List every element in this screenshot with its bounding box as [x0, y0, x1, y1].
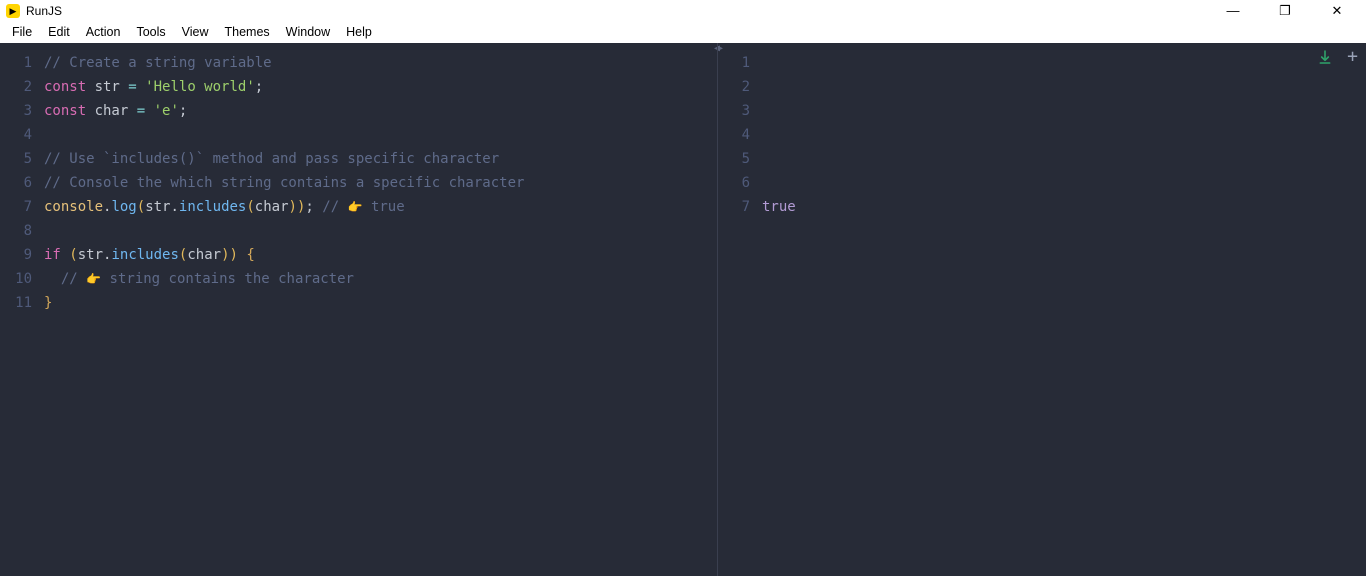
- main-split: ◀▶ 1234567891011 // Create a string vari…: [0, 43, 1366, 576]
- menubar: File Edit Action Tools View Themes Windo…: [0, 22, 1366, 43]
- code-line[interactable]: [44, 219, 717, 243]
- close-button[interactable]: ✕: [1322, 4, 1352, 18]
- code-line[interactable]: const char = 'e';: [44, 99, 717, 123]
- line-number: 6: [0, 171, 42, 195]
- code-line[interactable]: [44, 123, 717, 147]
- code-line[interactable]: // 👉 string contains the character: [44, 267, 717, 291]
- line-number: 7: [0, 195, 42, 219]
- maximize-button[interactable]: ❐: [1270, 4, 1300, 18]
- download-icon[interactable]: [1317, 49, 1333, 69]
- line-number: 2: [0, 75, 42, 99]
- code-line[interactable]: // Console the which string contains a s…: [44, 171, 717, 195]
- line-number: 3: [0, 99, 42, 123]
- output-pane: 1234567 true +: [718, 43, 1366, 576]
- menu-action[interactable]: Action: [78, 23, 129, 41]
- line-number: 11: [0, 291, 42, 315]
- menu-file[interactable]: File: [4, 23, 40, 41]
- line-number: 1: [0, 51, 42, 75]
- app-title: RunJS: [26, 4, 62, 18]
- code-line[interactable]: // Create a string variable: [44, 51, 717, 75]
- line-number: 10: [0, 267, 42, 291]
- line-number: 4: [0, 123, 42, 147]
- editor-gutter: 1234567891011: [0, 43, 42, 576]
- output-line: [762, 123, 1366, 147]
- editor-pane[interactable]: 1234567891011 // Create a string variabl…: [0, 43, 717, 576]
- titlebar: ▶ RunJS — ❐ ✕: [0, 0, 1366, 22]
- line-number: 6: [718, 171, 760, 195]
- output-body: true: [760, 43, 1366, 576]
- line-number: 3: [718, 99, 760, 123]
- code-line[interactable]: console.log(str.includes(char)); // 👉 tr…: [44, 195, 717, 219]
- output-line: [762, 147, 1366, 171]
- menu-edit[interactable]: Edit: [40, 23, 78, 41]
- menu-view[interactable]: View: [174, 23, 217, 41]
- menu-window[interactable]: Window: [278, 23, 338, 41]
- output-line: [762, 171, 1366, 195]
- output-line: [762, 75, 1366, 99]
- new-tab-icon[interactable]: +: [1347, 49, 1358, 69]
- line-number: 1: [718, 51, 760, 75]
- menu-themes[interactable]: Themes: [217, 23, 278, 41]
- code-line[interactable]: }: [44, 291, 717, 315]
- app-icon: ▶: [6, 4, 20, 18]
- output-gutter: 1234567: [718, 43, 760, 576]
- line-number: 9: [0, 243, 42, 267]
- output-line: true: [762, 195, 1366, 219]
- menu-help[interactable]: Help: [338, 23, 380, 41]
- code-line[interactable]: // Use `includes()` method and pass spec…: [44, 147, 717, 171]
- line-number: 5: [718, 147, 760, 171]
- code-line[interactable]: const str = 'Hello world';: [44, 75, 717, 99]
- minimize-button[interactable]: —: [1218, 4, 1248, 18]
- line-number: 4: [718, 123, 760, 147]
- line-number: 8: [0, 219, 42, 243]
- menu-tools[interactable]: Tools: [128, 23, 173, 41]
- line-number: 2: [718, 75, 760, 99]
- output-line: [762, 99, 1366, 123]
- line-number: 7: [718, 195, 760, 219]
- line-number: 5: [0, 147, 42, 171]
- window-controls: — ❐ ✕: [1218, 4, 1360, 18]
- output-line: [762, 51, 1366, 75]
- code-line[interactable]: if (str.includes(char)) {: [44, 243, 717, 267]
- editor-code[interactable]: // Create a string variableconst str = '…: [42, 43, 717, 576]
- output-toolbar: +: [1317, 49, 1358, 69]
